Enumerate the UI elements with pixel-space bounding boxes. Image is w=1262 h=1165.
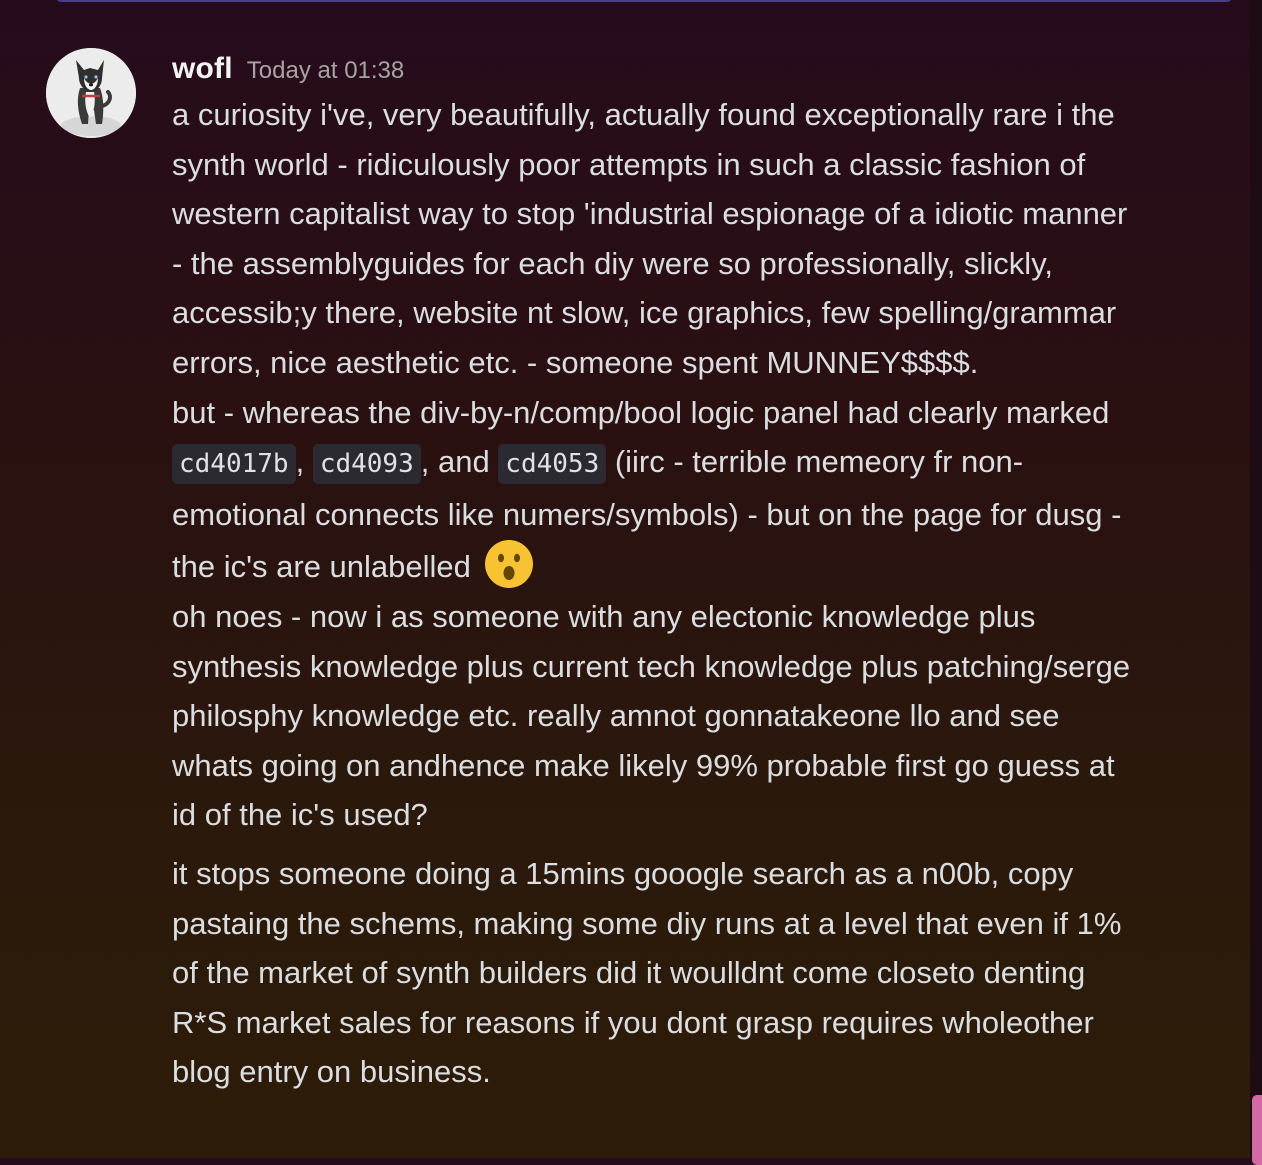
message-paragraph-3: oh noes - now i as someone with any elec…: [172, 598, 1131, 833]
scrollbar-thumb[interactable]: [1252, 1095, 1262, 1165]
message-paragraph-1: a curiosity i've, very beautifully, actu…: [172, 97, 1128, 380]
inline-code-cd4053: cd4053: [498, 444, 607, 485]
message-timestamp[interactable]: Today at 01:38: [247, 57, 404, 84]
message-paragraph-4: it stops someone doing a 15mins gooogle …: [172, 855, 1122, 1090]
username[interactable]: wofl: [172, 52, 233, 85]
inline-code-cd4017b: cd4017b: [172, 444, 296, 485]
message-content: wofl Today at 01:38 a curiosity i've, ver…: [172, 48, 1132, 1097]
paragraph-2-text-a: but - whereas the div-by-n/comp/bool log…: [172, 394, 1110, 430]
inline-code-cd4093: cd4093: [312, 444, 421, 485]
paragraph-2-sep-2: , and: [420, 444, 499, 480]
previous-message-edge: [54, 0, 1234, 2]
hushed-face-emoji-icon[interactable]: [484, 539, 534, 589]
message-paragraph-2: but - whereas the div-by-n/comp/bool log…: [172, 388, 1132, 592]
message-header: wofl Today at 01:38: [172, 48, 1132, 90]
avatar[interactable]: [46, 48, 136, 138]
husky-dog-avatar-icon: [46, 48, 136, 138]
paragraph-2-sep-1: ,: [295, 444, 313, 480]
scrollbar-track[interactable]: [1250, 0, 1262, 1158]
